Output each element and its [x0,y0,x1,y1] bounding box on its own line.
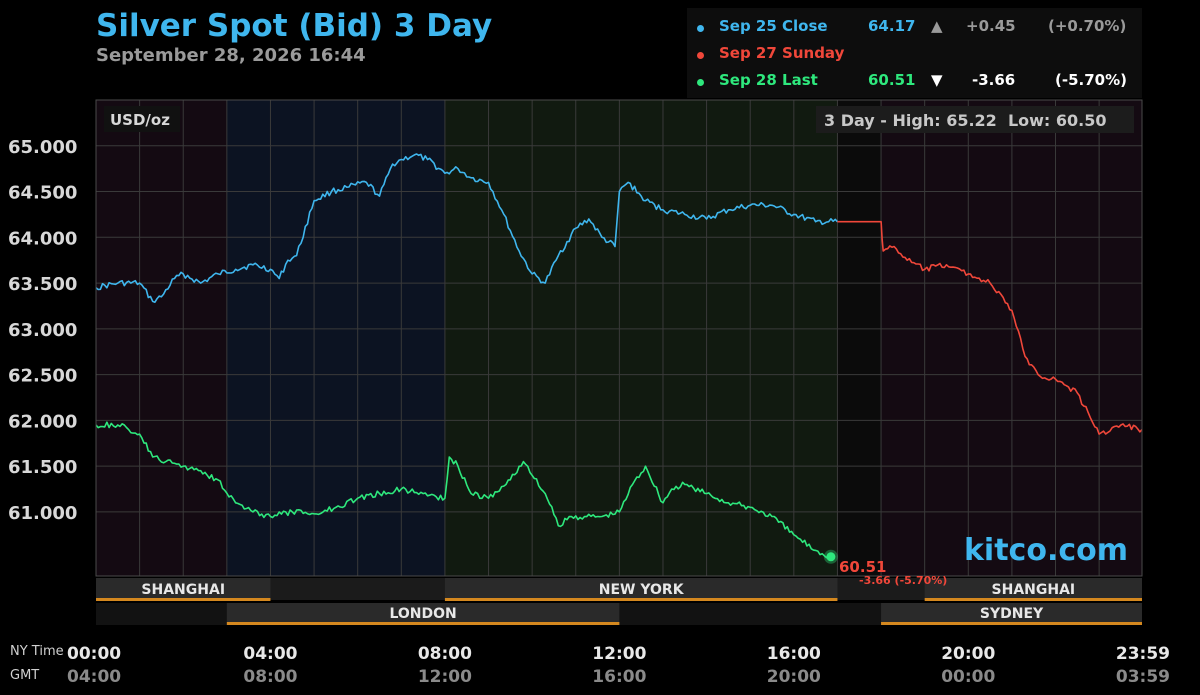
session-bar [881,622,1142,625]
x-tick-label-ny: 16:00 [767,644,821,664]
session-background-band [226,100,445,576]
session-label: SHANGHAI [141,582,225,598]
session-bar [924,598,1142,601]
x-tick-label-gmt: 00:00 [941,667,995,687]
x-tick-label-ny: 12:00 [592,644,646,664]
x-tick-label-gmt: 16:00 [592,667,646,687]
y-tick-label: 61.000 [8,503,77,524]
session-background-band [96,100,227,576]
session-label: SYDNEY [980,606,1044,622]
y-tick-label: 62.500 [8,366,77,387]
unit-label: USD/oz [110,111,170,129]
x-tick-label-gmt: 04:00 [67,667,121,687]
session-bar [226,622,620,625]
x-tick-label-gmt: 20:00 [767,667,821,687]
x-tick-label-gmt: 12:00 [418,667,472,687]
y-tick-label: 65.000 [8,137,77,158]
x-tick-label-gmt: 08:00 [243,667,297,687]
y-tick-label: 64.500 [8,183,77,204]
x-tick-label-ny: 08:00 [418,644,472,664]
x-tick-label-ny: 04:00 [243,644,297,664]
y-tick-label: 62.000 [8,411,77,432]
y-axis-tick-labels: 65.000 64.500 64.000 63.500 63.000 62.500 62.0… [8,137,77,524]
session-label: NEW YORK [599,582,685,598]
high-low-range: 3 Day - High: 65.22 Low: 60.50 [824,111,1106,130]
x-tick-label-gmt: 03:59 [1116,667,1170,687]
session-background-band [837,100,882,576]
session-bar [96,598,271,601]
session-label: SHANGHAI [992,582,1076,598]
x-tick-label-ny: 00:00 [67,644,121,664]
y-tick-label: 63.000 [8,320,77,341]
x-tick-label-ny: 23:59 [1116,644,1170,664]
price-chart: 65.000 64.500 64.000 63.500 63.000 62.500 62.0… [8,99,1170,687]
session-label: LONDON [389,606,456,622]
y-tick-label: 64.000 [8,228,77,249]
x-axis-tick-labels: 00:00 04:00 04:00 08:00 08:00 12:00 12:00 16:00… [67,644,1170,687]
x-tick-label-ny: 20:00 [941,644,995,664]
gmt-row-label: GMT [10,668,39,683]
ny-time-row-label: NY Time [10,644,64,659]
y-tick-label: 63.500 [8,274,77,295]
last-point-marker [826,552,836,562]
y-tick-label: 61.500 [8,457,77,478]
watermark-logo: kitco.com [964,533,1128,568]
session-bar [444,598,838,601]
market-session-bars: SHANGHAI NEW YORK SHANGHAI LONDON SYDNEY [96,578,1142,625]
session-background-band [444,100,838,576]
last-change-label: -3.66 (-5.70%) [859,574,947,587]
